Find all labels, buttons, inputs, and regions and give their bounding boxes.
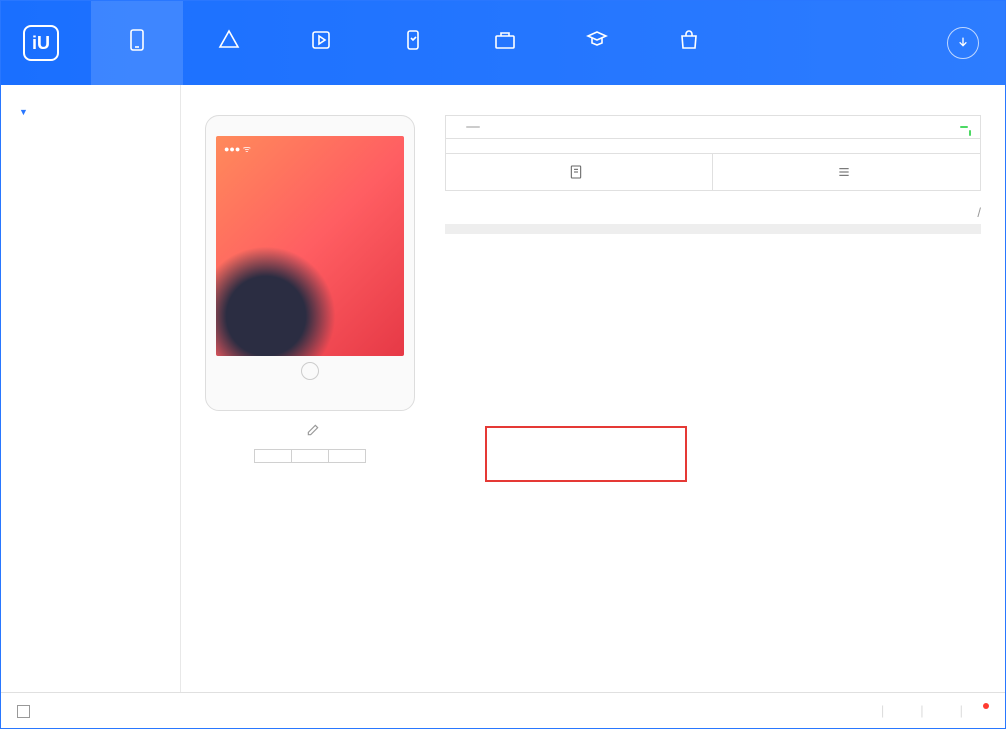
check-update-link[interactable] [981,703,989,718]
footer: | | | [1,692,1005,728]
storage-chip [466,126,480,128]
toolbox-icon [493,28,517,52]
home-button-icon [301,362,319,380]
block-itunes-checkbox[interactable] [17,703,36,718]
tab-apps[interactable] [183,1,275,85]
info-panel: / [445,115,981,463]
apps-icon [217,28,241,52]
main-tabs [91,1,921,85]
signal-icon: ●●● ᯤ [224,142,251,155]
tab-flash[interactable] [367,1,459,85]
storage-section: / [445,205,981,242]
device-preview: ●●● ᯤ [205,115,415,463]
view-report-button[interactable] [446,154,713,190]
store-icon [677,28,701,52]
tools-row [205,660,981,680]
highlight-box [485,426,687,482]
view-details-button[interactable] [713,154,980,190]
ringtones-icon [309,28,333,52]
tab-store[interactable] [643,1,735,85]
refresh-button[interactable] [329,450,365,462]
header: iU [1,1,1005,85]
logo: iU [1,1,91,85]
tab-tutorials[interactable] [551,1,643,85]
report-icon [568,164,584,180]
device-buttons [254,449,366,463]
edit-icon [306,423,320,437]
tab-device[interactable] [91,1,183,85]
list-icon [836,164,852,180]
battery-badge [960,126,968,128]
tutorials-icon [585,28,609,52]
storage-bar [445,224,981,234]
download-button[interactable] [947,27,979,59]
info-header [445,115,981,139]
sidebar-head[interactable] [1,97,180,128]
tab-toolbox[interactable] [459,1,551,85]
device-name[interactable] [300,423,320,437]
tab-ringtones[interactable] [275,1,367,85]
device-icon [125,28,149,52]
restart-button[interactable] [255,450,292,462]
storage-values: / [977,205,981,220]
main-content: ●●● ᯤ [181,85,1005,692]
logo-icon: iU [23,25,59,61]
ipad-mockup: ●●● ᯤ [205,115,415,411]
flash-icon [401,28,425,52]
sidebar [1,85,181,692]
shutdown-button[interactable] [292,450,329,462]
